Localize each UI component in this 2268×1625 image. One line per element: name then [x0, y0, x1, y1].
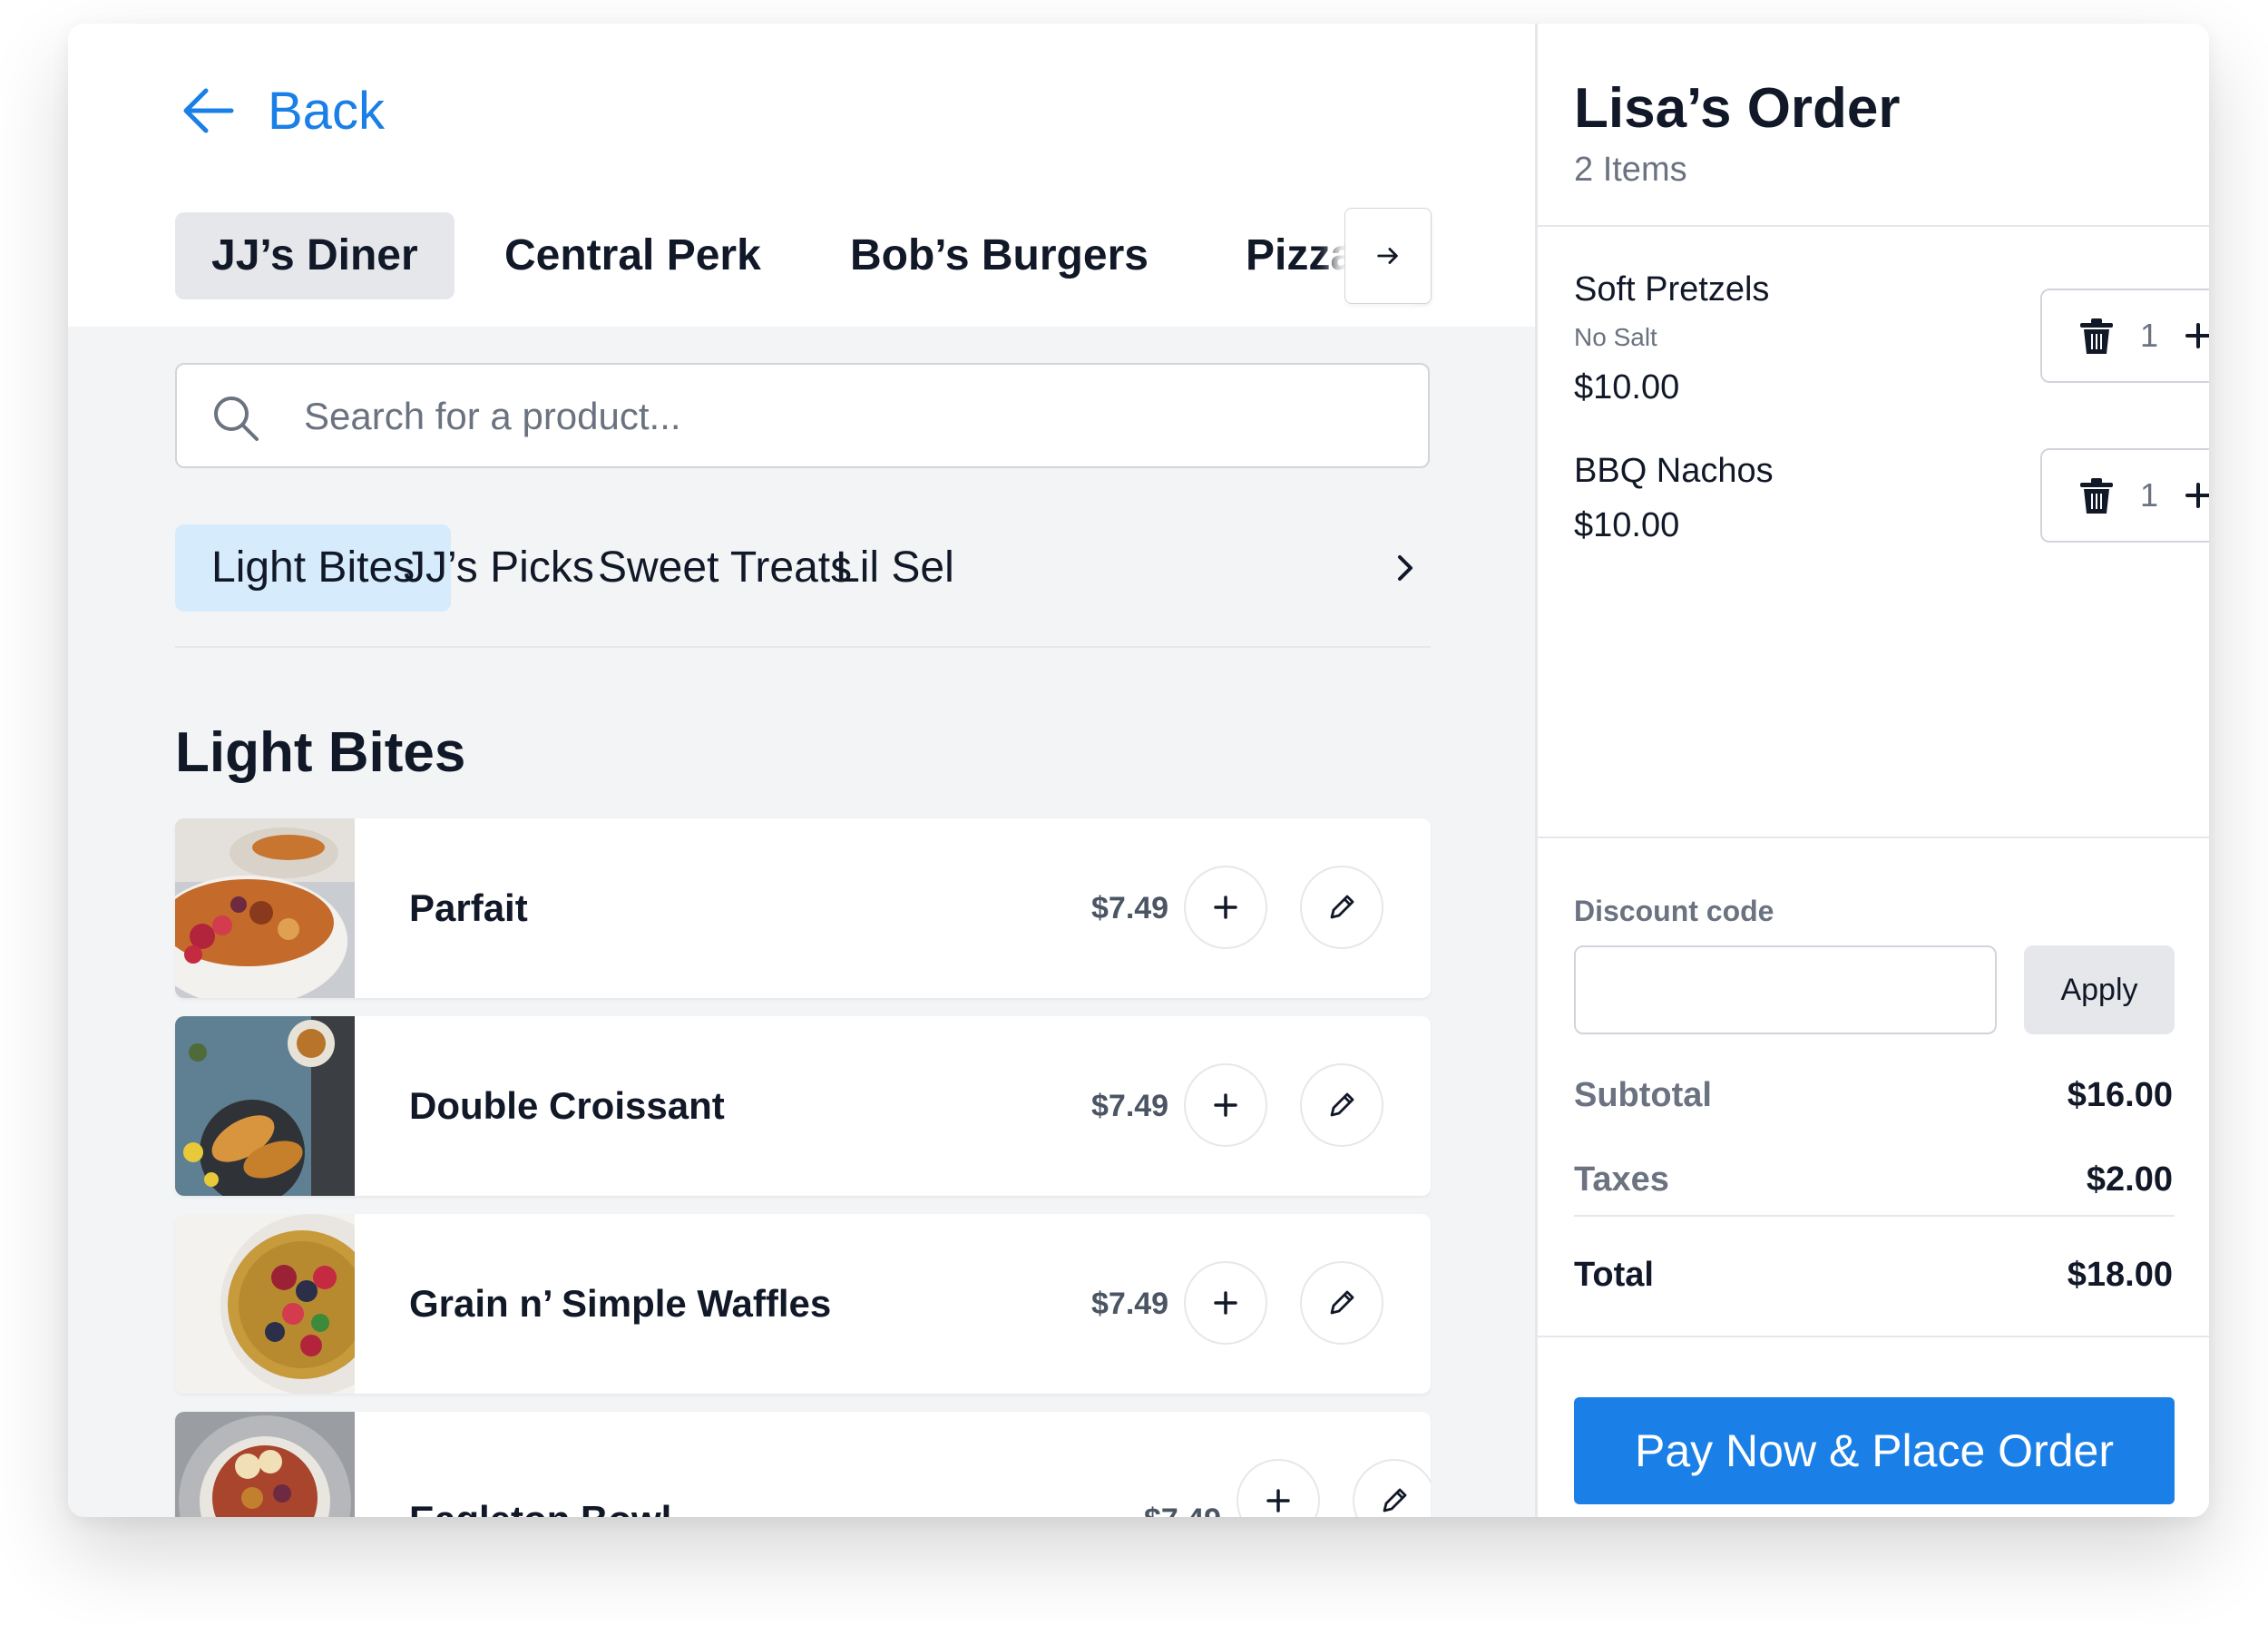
add-button[interactable] — [1184, 866, 1267, 949]
edit-button[interactable] — [1300, 866, 1383, 949]
category-fade — [1329, 524, 1383, 612]
plus-icon[interactable] — [2178, 316, 2209, 356]
trash-icon[interactable] — [2078, 477, 2115, 515]
search-icon — [214, 396, 259, 441]
product-name: Eagleton Bowl — [409, 1430, 671, 1517]
search-box — [175, 363, 1430, 468]
section-title: Light Bites — [175, 721, 466, 784]
footer-divider — [1538, 1336, 2209, 1337]
discount-code-input[interactable] — [1574, 945, 1997, 1034]
quantity-stepper: 1 — [2040, 289, 2209, 383]
search-input[interactable] — [302, 365, 1394, 468]
plus-icon[interactable] — [2178, 475, 2209, 515]
order-title: Lisa’s Order — [1574, 77, 1901, 140]
total-value: $18.00 — [2067, 1256, 2173, 1294]
menu-panel: Back JJ’s Diner Central Perk Bob’s Burge… — [68, 24, 1535, 1517]
category-lil-sel[interactable]: Lil Sel — [799, 524, 991, 612]
category-divider — [175, 646, 1431, 648]
product-price: $7.49 — [1091, 1287, 1169, 1321]
order-panel: Lisa’s Order 2 Items Soft Pretzels No Sa… — [1535, 24, 2209, 1517]
order-item-price: $10.00 — [1574, 506, 1680, 544]
product-price: $7.49 — [1091, 1089, 1169, 1123]
pencil-icon — [1330, 1290, 1354, 1315]
subtotal-value: $16.00 — [2067, 1076, 2173, 1114]
quantity-value: 1 — [2139, 317, 2159, 354]
category-tabs: Light Bites JJ’s Picks Sweet Treats Lil … — [175, 524, 1431, 612]
restaurant-scroll-button[interactable] — [1344, 208, 1432, 304]
chevron-right-icon[interactable] — [1383, 546, 1427, 590]
tab-jjs-diner[interactable]: JJ’s Diner — [175, 212, 455, 299]
tab-bobs-burgers[interactable]: Bob’s Burgers — [814, 212, 1185, 299]
menu-header: Back JJ’s Diner Central Perk Bob’s Burge… — [68, 24, 1535, 327]
product-image — [175, 818, 355, 998]
tab-central-perk[interactable]: Central Perk — [468, 212, 797, 299]
product-card: Grain n’ Simple Waffles $7.49 — [175, 1214, 1431, 1394]
add-button[interactable] — [1184, 1063, 1267, 1147]
plus-icon — [1214, 1291, 1237, 1315]
product-image — [175, 1214, 355, 1394]
arrow-left-icon — [183, 88, 234, 133]
subtotal-label: Subtotal — [1574, 1076, 1712, 1114]
add-button[interactable] — [1184, 1261, 1267, 1345]
product-image — [175, 1412, 355, 1517]
pencil-icon — [1330, 1092, 1354, 1117]
back-button[interactable]: Back — [175, 78, 385, 143]
total-label: Total — [1574, 1256, 1654, 1294]
pos-window: Back JJ’s Diner Central Perk Bob’s Burge… — [68, 24, 2209, 1517]
product-card: Eagleton Bowl $7.49 — [175, 1412, 1431, 1517]
order-header-divider — [1538, 225, 2209, 227]
back-label: Back — [268, 81, 385, 141]
taxes-label: Taxes — [1574, 1160, 1669, 1199]
edit-button[interactable] — [1353, 1459, 1431, 1517]
add-button[interactable] — [1237, 1459, 1320, 1517]
plus-icon — [1214, 1093, 1237, 1117]
order-item-name: BBQ Nachos — [1574, 452, 1774, 490]
order-item-modifier: No Salt — [1574, 323, 1657, 351]
quantity-value: 1 — [2139, 476, 2159, 514]
edit-button[interactable] — [1300, 1063, 1383, 1147]
plus-icon — [1214, 896, 1237, 919]
product-card: Double Croissant $7.49 — [175, 1016, 1431, 1196]
pencil-icon — [1330, 895, 1354, 919]
order-item-count: 2 Items — [1574, 151, 1687, 189]
order-item-name: Soft Pretzels — [1574, 270, 1770, 308]
apply-discount-button[interactable]: Apply — [2024, 945, 2175, 1034]
product-name: Grain n’ Simple Waffles — [409, 1282, 832, 1325]
restaurant-tabs: JJ’s Diner Central Perk Bob’s Burgers Pi… — [175, 212, 1431, 299]
product-card: Parfait $7.49 — [175, 818, 1431, 998]
order-items-divider — [1538, 837, 2209, 838]
edit-button[interactable] — [1300, 1261, 1383, 1345]
quantity-stepper: 1 — [2040, 448, 2209, 543]
order-item-price: $10.00 — [1574, 368, 1680, 406]
trash-icon[interactable] — [2078, 318, 2115, 356]
taxes-value: $2.00 — [2086, 1160, 2173, 1199]
totals-divider — [1574, 1215, 2175, 1217]
product-image — [175, 1016, 355, 1196]
product-price: $7.49 — [1144, 1430, 1221, 1517]
pay-now-button[interactable]: Pay Now & Place Order — [1574, 1397, 2175, 1504]
product-price: $7.49 — [1091, 891, 1169, 925]
discount-label: Discount code — [1574, 895, 1774, 927]
product-name: Double Croissant — [409, 1084, 725, 1127]
plus-icon — [1266, 1489, 1290, 1512]
arrow-right-icon — [1377, 248, 1398, 264]
pencil-icon — [1383, 1488, 1407, 1512]
product-name: Parfait — [409, 886, 528, 929]
